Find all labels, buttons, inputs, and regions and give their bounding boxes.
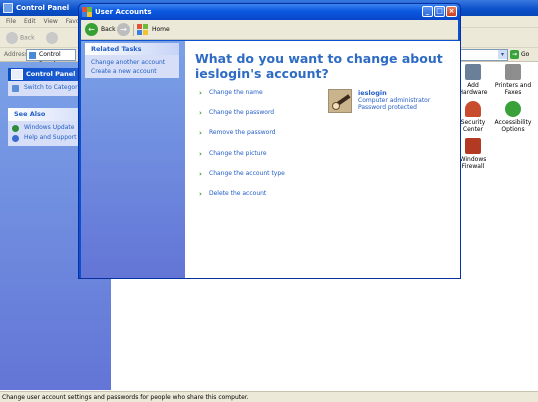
change-picture-link[interactable]: › Change the picture <box>199 150 267 158</box>
green-arrow-icon: › <box>199 190 202 198</box>
green-arrow-icon: › <box>199 150 202 158</box>
related-tasks-box: Related Tasks Change another account Cre… <box>85 43 179 78</box>
chevron-down-icon[interactable]: ▾ <box>498 50 507 59</box>
go-arrow-icon: → <box>510 50 519 59</box>
change-account-type-link[interactable]: › Change the account type <box>199 170 285 178</box>
windows-firewall-label: Windows Firewall <box>459 156 487 170</box>
toolbar-separator <box>133 24 134 36</box>
forward-arrow-icon[interactable] <box>46 32 58 44</box>
accessibility-icon <box>505 101 521 117</box>
address-label: Address <box>4 51 28 58</box>
home-icon <box>137 24 149 35</box>
avatar <box>328 89 352 113</box>
change-password-link[interactable]: › Change the password <box>199 109 274 117</box>
printer-icon <box>505 64 521 80</box>
windows-update-label: Windows Update <box>24 124 75 131</box>
home-button[interactable]: Home <box>137 23 170 36</box>
green-arrow-icon: › <box>199 170 202 178</box>
accessibility-options-item[interactable]: Accessibility Options <box>494 101 532 133</box>
menu-edit[interactable]: Edit <box>24 16 36 28</box>
user-name: ieslogin <box>358 89 387 97</box>
control-panel-title: Control Panel <box>16 4 70 12</box>
go-button[interactable]: → Go <box>510 50 529 60</box>
back-label: Back <box>101 26 116 33</box>
maximize-button[interactable]: □ <box>434 6 445 17</box>
accessibility-options-label: Accessibility Options <box>494 119 532 133</box>
delete-account-label: Delete the account <box>209 190 267 197</box>
help-icon <box>12 135 19 142</box>
security-shield-icon <box>465 101 481 117</box>
add-hardware-icon <box>465 64 481 80</box>
change-another-account-link[interactable]: Change another account <box>85 58 179 67</box>
green-arrow-icon: › <box>199 129 202 137</box>
go-label: Go <box>521 51 530 58</box>
security-center-label: Security Center <box>460 119 486 133</box>
delete-account-link[interactable]: › Delete the account <box>199 190 266 198</box>
user-password-status: Password protected <box>358 104 417 111</box>
switch-view-icon <box>12 85 19 92</box>
user-accounts-toolbar: ← Back → Home <box>81 20 458 40</box>
user-accounts-title-bar[interactable]: User Accounts _ □ × <box>79 4 460 20</box>
create-new-account-link[interactable]: Create a new account <box>85 67 179 78</box>
change-account-type-label: Change the account type <box>209 170 285 177</box>
windows-update-icon <box>12 125 19 132</box>
menu-file[interactable]: File <box>6 16 16 28</box>
control-panel-icon <box>3 3 13 13</box>
user-role: Computer administrator <box>358 97 431 104</box>
user-accounts-app-icon <box>82 7 92 17</box>
add-hardware-label: Add Hardware <box>458 82 488 96</box>
remove-password-label: Remove the password <box>209 129 276 136</box>
switch-to-category-label: Switch to Category <box>24 84 82 91</box>
back-arrow-icon: ← <box>85 23 98 36</box>
green-arrow-icon: › <box>199 89 202 97</box>
user-accounts-window: User Accounts _ □ × ← Back → Home Related… <box>78 3 461 279</box>
firewall-icon <box>465 138 481 154</box>
printers-and-faxes-label: Printers and Faxes <box>494 82 532 96</box>
control-panel-header-label: Control Panel <box>26 70 76 78</box>
user-accounts-title: User Accounts <box>95 8 152 16</box>
green-arrow-icon: › <box>199 109 202 117</box>
change-picture-label: Change the picture <box>209 150 267 157</box>
address-input[interactable]: Control Panel <box>26 49 76 68</box>
back-button[interactable]: ← Back <box>85 23 116 36</box>
minimize-button[interactable]: _ <box>422 6 433 17</box>
control-panel-check-icon <box>11 69 23 80</box>
user-accounts-main: What do you want to change about ieslogi… <box>185 41 460 278</box>
close-button[interactable]: × <box>446 6 457 17</box>
home-label: Home <box>152 26 170 33</box>
related-tasks-header[interactable]: Related Tasks <box>85 43 179 55</box>
help-and-support-label: Help and Support <box>24 134 77 141</box>
menu-view[interactable]: View <box>44 16 58 28</box>
user-accounts-task-pane: Related Tasks Change another account Cre… <box>81 41 185 278</box>
back-arrow-icon <box>6 32 18 44</box>
cp-back-button[interactable]: Back <box>6 32 35 45</box>
change-password-label: Change the password <box>209 109 275 116</box>
page-title: What do you want to change about ieslogi… <box>195 51 443 81</box>
change-name-label: Change the name <box>209 89 263 96</box>
forward-button[interactable]: → <box>117 23 130 36</box>
control-panel-folder-icon <box>29 52 36 59</box>
remove-password-link[interactable]: › Remove the password <box>199 129 276 137</box>
change-name-link[interactable]: › Change the name <box>199 89 263 97</box>
cp-back-label: Back <box>20 34 35 42</box>
status-bar: Change user account settings and passwor… <box>0 391 538 402</box>
printers-and-faxes-item[interactable]: Printers and Faxes <box>494 64 532 96</box>
